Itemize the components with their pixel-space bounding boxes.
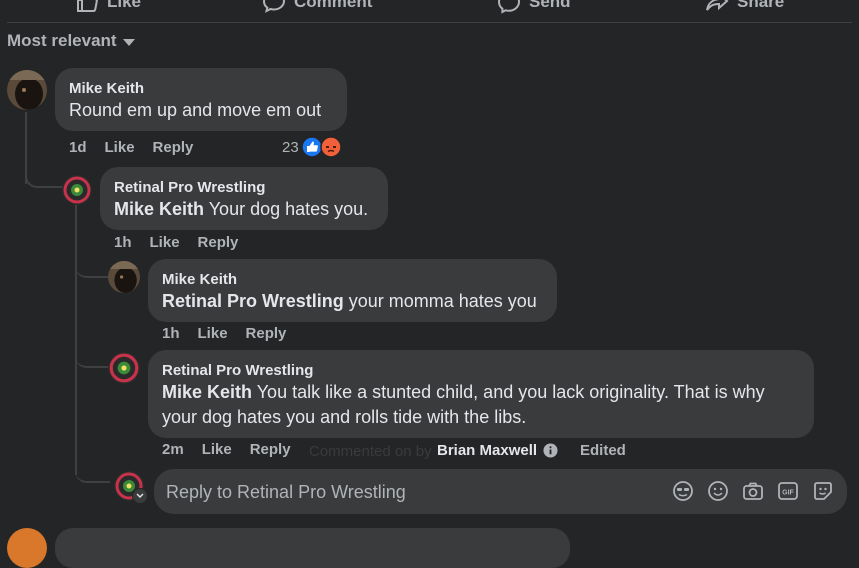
thread-connector	[75, 348, 110, 368]
comment-text-line2: your dog hates you and rolls tide with t…	[162, 407, 527, 427]
thread-connector	[25, 168, 67, 188]
commenter-name[interactable]: Brian Maxwell	[437, 442, 537, 459]
comment-action-label: Comment	[294, 0, 373, 11]
gif-icon[interactable]: GIF	[777, 480, 799, 502]
comment-icon	[262, 0, 286, 13]
svg-text:GIF: GIF	[782, 490, 794, 497]
reply-placeholder: Reply to Retinal Pro Wrestling	[166, 482, 406, 502]
comment-body: your momma hates you	[343, 291, 537, 311]
info-icon[interactable]	[543, 443, 558, 458]
avatar[interactable]	[108, 261, 140, 293]
comment-body: Your dog hates you.	[204, 199, 369, 219]
avatar-sticker-icon[interactable]	[672, 480, 694, 502]
like-action-label: Like	[107, 0, 142, 11]
comment-time[interactable]: 1h	[162, 325, 180, 342]
mention-link[interactable]: Mike Keith	[114, 199, 204, 219]
comment-text: Retinal Pro Wrestling your momma hates y…	[162, 289, 537, 314]
like-action-button[interactable]: Like	[75, 0, 141, 14]
wrestling-logo-icon	[108, 352, 140, 384]
comment-time[interactable]: 2m	[162, 441, 184, 458]
angry-reaction-icon	[319, 136, 342, 158]
comment-text: Mike Keith You talk like a stunted child…	[162, 380, 765, 405]
reply-toolbar: GIF	[672, 480, 834, 502]
share-action-button[interactable]: Share	[705, 0, 784, 14]
comment-meta: 1h Like Reply	[114, 234, 256, 251]
avatar[interactable]	[7, 70, 47, 110]
comment-reply-button[interactable]: Reply	[153, 139, 194, 156]
comment-meta: 2m Like Reply	[162, 441, 309, 458]
action-bar-divider	[7, 22, 852, 23]
comment-bubble: Retinal Pro Wrestling Mike Keith Your do…	[100, 167, 388, 230]
comment-like-button[interactable]: Like	[198, 325, 228, 342]
reactions-count: 23	[282, 138, 299, 156]
thread-line	[75, 205, 77, 475]
dog-avatar-icon	[7, 70, 47, 110]
comment-like-button[interactable]: Like	[202, 441, 232, 458]
comment-reply-button[interactable]: Reply	[250, 441, 291, 458]
author-attribution: Brian Maxwell	[437, 442, 558, 459]
reactions-summary[interactable]: 23	[282, 136, 342, 158]
share-action-label: Share	[737, 0, 785, 11]
comment-author[interactable]: Retinal Pro Wrestling	[114, 179, 265, 196]
comment-bubble	[55, 528, 570, 568]
comment-text: Mike Keith Your dog hates you.	[114, 197, 368, 222]
post-action-bar: Like Comment Send Share	[0, 0, 859, 22]
comment-like-button[interactable]: Like	[105, 139, 135, 156]
comment-text: Round em up and move em out	[69, 100, 322, 120]
mention-link[interactable]: Retinal Pro Wrestling	[162, 291, 344, 311]
messenger-icon	[497, 0, 521, 14]
send-action-label: Send	[529, 0, 571, 11]
comment-bubble: Mike Keith Retinal Pro Wrestling your mo…	[148, 259, 557, 322]
comment-time[interactable]: 1d	[69, 139, 87, 156]
comment-meta: 1h Like Reply	[162, 325, 304, 342]
reply-input[interactable]: Reply to Retinal Pro Wrestling GIF	[154, 469, 847, 514]
comment-bubble: Mike Keith Round em up and move em out	[55, 68, 347, 131]
thumbs-up-icon	[77, 0, 98, 12]
caret-down-icon	[122, 38, 135, 46]
avatar[interactable]	[7, 528, 47, 568]
comment-like-button[interactable]: Like	[150, 234, 180, 251]
comment-reply-button[interactable]: Reply	[198, 234, 239, 251]
mention-link[interactable]: Mike Keith	[162, 382, 252, 402]
send-action-button[interactable]: Send	[497, 0, 571, 14]
comment-action-button[interactable]: Comment	[262, 0, 372, 14]
share-icon	[706, 0, 729, 11]
comment-body: You talk like a stunted child, and you l…	[252, 382, 765, 402]
thread-connector	[75, 463, 110, 483]
edited-label: Edited	[580, 442, 626, 459]
chevron-down-icon	[136, 493, 144, 498]
comment-author[interactable]: Mike Keith	[162, 271, 237, 288]
sort-label: Most relevant	[7, 31, 117, 50]
profile-switcher-button[interactable]	[132, 488, 148, 504]
wrestling-logo-icon	[62, 175, 92, 205]
camera-icon[interactable]	[742, 480, 764, 502]
avatar[interactable]	[108, 352, 140, 384]
emoji-icon[interactable]	[707, 480, 729, 502]
dog-avatar-icon	[108, 261, 140, 293]
comment-time[interactable]: 1h	[114, 234, 132, 251]
comment-meta: 1d Like Reply	[69, 139, 211, 156]
comment-sort-dropdown[interactable]: Most relevant	[7, 31, 135, 51]
comment-author[interactable]: Retinal Pro Wrestling	[162, 362, 313, 379]
commented-on-by-label: Commented on by	[309, 443, 432, 460]
comment-bubble: Retinal Pro Wrestling Mike Keith You tal…	[148, 350, 814, 438]
comment-author[interactable]: Mike Keith	[69, 80, 144, 97]
thread-connector	[75, 258, 110, 278]
comment-reply-button[interactable]: Reply	[246, 325, 287, 342]
avatar[interactable]	[62, 175, 92, 205]
sticker-icon[interactable]	[812, 480, 834, 502]
